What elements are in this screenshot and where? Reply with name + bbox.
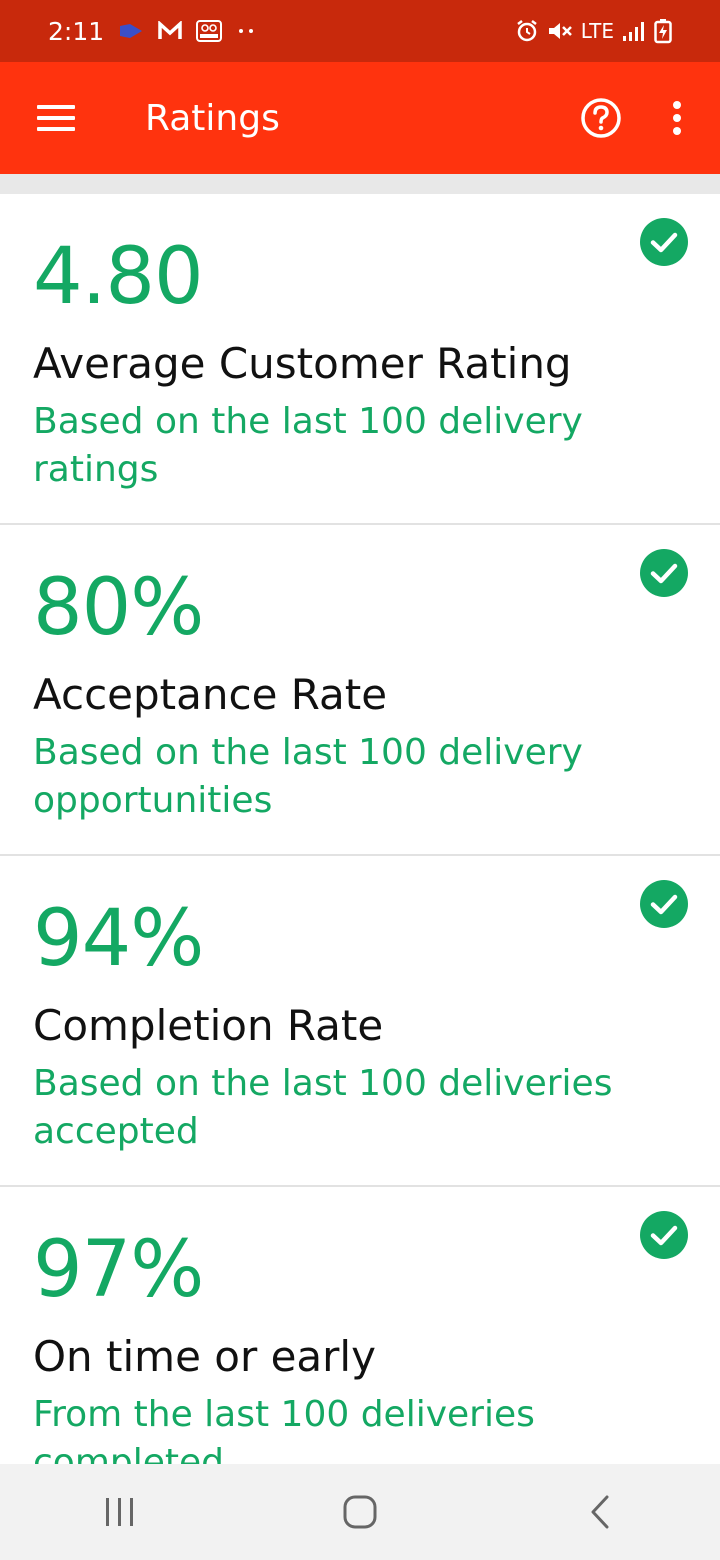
help-button[interactable]	[560, 62, 642, 174]
metric-subtitle: Based on the last 100 deliveries accepte…	[33, 1063, 613, 1152]
metric-title: Acceptance Rate	[33, 670, 388, 719]
menu-button[interactable]	[0, 62, 112, 174]
lte-label: LTE	[580, 19, 614, 43]
metric-value: 94%	[33, 894, 204, 984]
more-options-button[interactable]	[642, 62, 712, 174]
metric-subtitle: Based on the last 100 delivery opportuni…	[33, 732, 583, 821]
app-notification-icon	[118, 22, 144, 40]
metric-card-acceptance-rate[interactable]: 80% Acceptance Rate Based on the last 10…	[0, 525, 720, 856]
help-circle-icon	[581, 98, 621, 138]
metric-value: 97%	[33, 1225, 204, 1315]
signal-icon	[622, 20, 646, 42]
hamburger-menu-icon	[37, 105, 75, 131]
metric-title: Completion Rate	[33, 1001, 384, 1050]
home-button[interactable]	[280, 1464, 440, 1560]
more-vert-icon	[673, 101, 681, 135]
system-nav-bar	[0, 1464, 720, 1560]
metric-card-on-time[interactable]: 97% On time or early From the last 100 d…	[0, 1187, 720, 1464]
recent-apps-icon	[106, 1498, 133, 1526]
back-button[interactable]	[520, 1464, 680, 1560]
status-time: 2:11	[48, 16, 105, 46]
home-icon	[343, 1495, 377, 1529]
check-circle-icon	[640, 549, 688, 597]
ratings-list: 4.80 Average Customer Rating Based on th…	[0, 194, 720, 1464]
battery-charging-icon	[654, 18, 672, 44]
back-icon	[591, 1495, 609, 1529]
app-bar: Ratings	[0, 62, 720, 174]
recent-apps-button[interactable]	[40, 1464, 200, 1560]
metric-value: 80%	[33, 563, 204, 653]
mute-icon	[547, 19, 573, 43]
check-circle-icon	[640, 218, 688, 266]
more-dots-icon	[236, 27, 256, 35]
slots-icon	[196, 20, 223, 42]
check-circle-icon	[640, 1211, 688, 1259]
status-right: LTE	[515, 18, 672, 44]
metric-title: Average Customer Rating	[33, 339, 572, 388]
page-title: Ratings	[145, 97, 280, 139]
metric-title: On time or early	[33, 1332, 376, 1381]
metric-card-average-rating[interactable]: 4.80 Average Customer Rating Based on th…	[0, 194, 720, 525]
metric-subtitle: Based on the last 100 delivery ratings	[33, 401, 583, 490]
status-bar: 2:11 LTE	[0, 0, 720, 62]
metric-subtitle: From the last 100 deliveries completed	[33, 1394, 535, 1464]
metric-value: 4.80	[33, 232, 204, 322]
check-circle-icon	[640, 880, 688, 928]
metric-card-completion-rate[interactable]: 94% Completion Rate Based on the last 10…	[0, 856, 720, 1187]
gmail-icon	[158, 21, 182, 41]
alarm-icon	[515, 19, 539, 43]
status-left: 2:11	[48, 17, 256, 46]
